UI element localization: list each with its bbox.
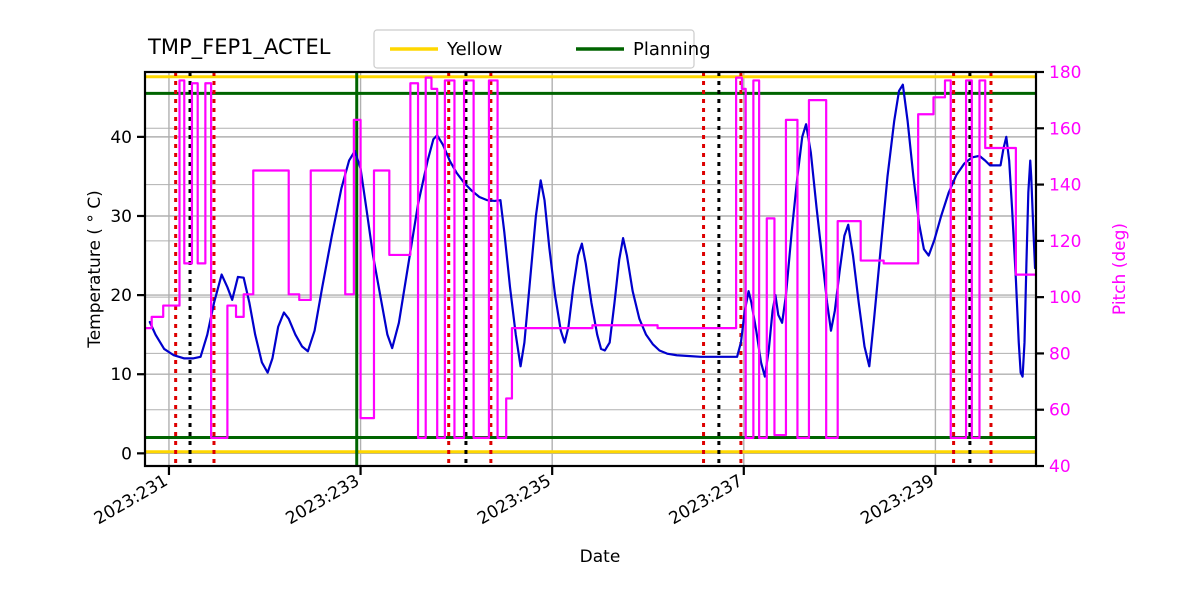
chart-legend: Yellow Planning <box>373 29 711 69</box>
x-tick-label: 2023:231 <box>91 471 172 529</box>
x-tick-label: 2023:233 <box>283 471 364 529</box>
y2-tick-label: 120 <box>1049 232 1081 252</box>
x-tick-label: 2023:237 <box>666 471 747 529</box>
legend-label-yellow: Yellow <box>446 39 502 60</box>
y-tick-label: 20 <box>110 286 132 306</box>
y-tick-label: 10 <box>110 365 132 385</box>
temperature-pitch-chart: 0 10 20 30 40 40 60 80 100 120 140 160 180 2023:231 20… <box>85 29 1130 567</box>
y2-tick-label: 160 <box>1049 119 1081 139</box>
plot-area-background <box>145 72 1036 466</box>
y-tick-label: 40 <box>110 128 132 148</box>
y2-tick-label: 60 <box>1049 401 1071 421</box>
x-tick-label: 2023:235 <box>474 471 555 529</box>
y2-tick-label: 40 <box>1049 457 1071 477</box>
y2-tick-label: 100 <box>1049 288 1081 308</box>
y-axis-title: Temperature ( ° C) <box>85 190 105 349</box>
y2-tick-label: 140 <box>1049 176 1081 196</box>
chart-figure: 0 10 20 30 40 40 60 80 100 120 140 160 180 2023:231 20… <box>0 0 1200 600</box>
x-tick-label: 2023:239 <box>857 471 938 529</box>
x-axis-title: Date <box>580 547 621 567</box>
y2-tick-label: 180 <box>1049 63 1081 83</box>
y-tick-label: 0 <box>121 444 132 464</box>
y2-tick-label: 80 <box>1049 344 1071 364</box>
legend-label-planning: Planning <box>633 39 711 60</box>
y2-axis-title: Pitch (deg) <box>1110 223 1130 315</box>
y-tick-label: 30 <box>110 207 132 227</box>
chart-title: TMP_FEP1_ACTEL <box>147 35 331 60</box>
